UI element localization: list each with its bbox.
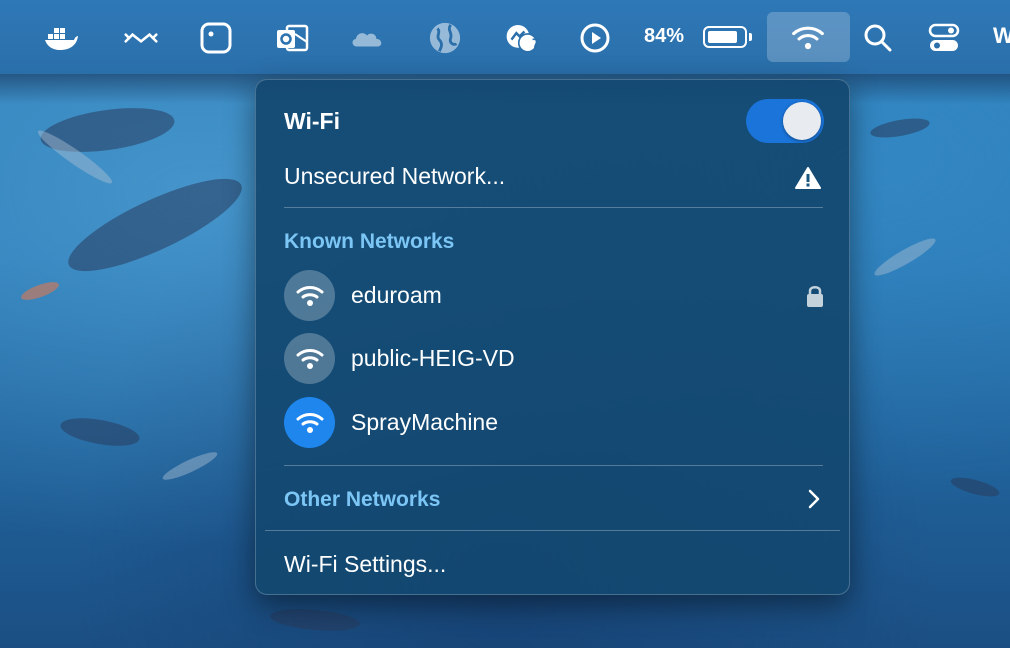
fish-decor — [58, 413, 142, 451]
globe-icon[interactable] — [428, 22, 462, 54]
warning-icon — [795, 166, 821, 195]
wifi-settings-item[interactable]: Wi-Fi Settings... — [284, 551, 446, 578]
notification-badge: 7 — [532, 35, 540, 51]
network-row-spraymachine[interactable]: SprayMachine — [284, 397, 824, 449]
other-networks-item[interactable]: Other Networks — [284, 488, 440, 512]
battery-nub — [749, 33, 752, 41]
battery-fill — [708, 31, 737, 43]
menubar-overflow-label[interactable]: W — [993, 23, 1010, 49]
known-networks-header: Known Networks — [284, 230, 455, 253]
docker-icon[interactable] — [44, 22, 78, 54]
network-name: public-HEIG-VD — [351, 345, 515, 371]
separator — [265, 530, 840, 531]
app-square-icon[interactable] — [199, 22, 233, 54]
outlook-icon[interactable] — [275, 22, 309, 54]
separator — [284, 207, 823, 208]
search-icon[interactable] — [861, 22, 895, 54]
wifi-icon[interactable] — [791, 22, 825, 54]
battery-percentage: 84% — [644, 25, 685, 47]
toggle-knob — [783, 102, 821, 140]
fish-decor — [869, 114, 931, 142]
chevron-right-icon[interactable] — [806, 488, 822, 515]
fish-decor — [58, 162, 252, 288]
fish-decor — [269, 606, 361, 634]
wifi-toggle[interactable] — [746, 99, 824, 143]
wifi-signal-icon — [284, 270, 335, 321]
control-center-icon[interactable] — [927, 22, 961, 54]
unsecured-network-item[interactable]: Unsecured Network... — [284, 163, 505, 190]
sync-icon[interactable] — [124, 22, 158, 54]
network-name: SprayMachine — [351, 409, 499, 435]
messages-badge-icon[interactable]: 7 — [505, 22, 540, 54]
fish-decor — [160, 447, 220, 485]
lock-icon — [806, 284, 824, 313]
fish-decor — [949, 473, 1001, 501]
separator — [284, 465, 823, 466]
wifi-connected-icon — [284, 397, 335, 448]
network-name: eduroam — [351, 282, 442, 308]
network-row-eduroam[interactable]: eduroam — [284, 270, 824, 322]
onedrive-icon[interactable] — [350, 22, 384, 54]
wifi-title: Wi-Fi — [284, 108, 340, 134]
fish-decor — [871, 233, 939, 281]
menu-bar: 7 84% W — [0, 0, 1010, 74]
wifi-menu-panel: Wi-Fi Unsecured Network... Known Network… — [255, 79, 850, 595]
wifi-signal-icon — [284, 333, 335, 384]
network-row-public-heig-vd[interactable]: public-HEIG-VD — [284, 333, 824, 385]
play-icon[interactable] — [578, 22, 612, 54]
fish-decor — [19, 278, 61, 304]
battery-icon[interactable] — [703, 26, 747, 48]
